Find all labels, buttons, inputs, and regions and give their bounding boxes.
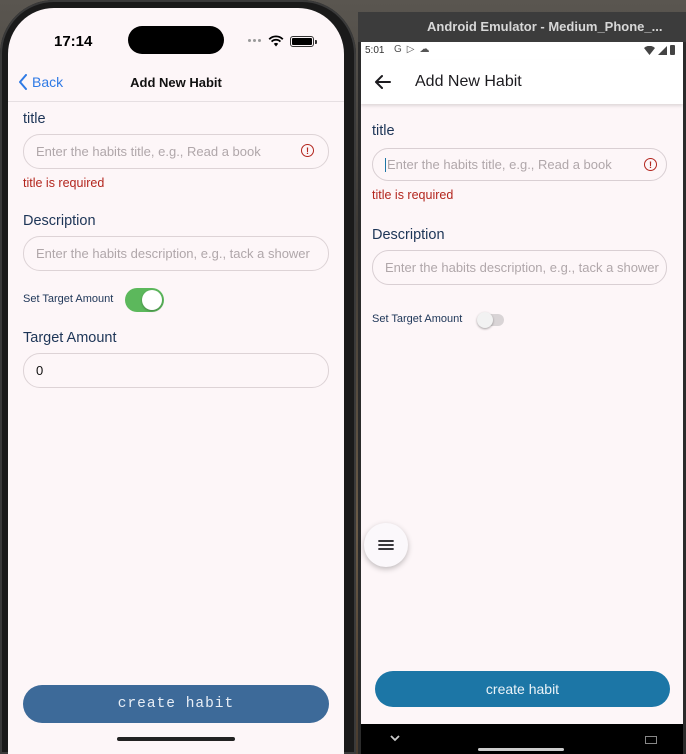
error-icon: ! — [644, 158, 657, 171]
battery-icon — [290, 35, 317, 47]
system-status-icons — [644, 45, 675, 55]
set-target-label: Set Target Amount — [23, 293, 114, 305]
chevron-down-icon[interactable] — [389, 734, 401, 742]
android-status-time: 5:01 — [365, 45, 385, 56]
notification-icons: G ▷ ☁ — [394, 44, 429, 55]
target-amount-label: Target Amount — [23, 330, 117, 346]
text-cursor — [385, 157, 386, 172]
android-app-bar: Add New Habit — [361, 60, 683, 104]
ios-status-bar: 17:14 — [8, 8, 344, 62]
wifi-icon — [268, 35, 284, 47]
play-store-icon: ▷ — [406, 44, 415, 55]
emulator-title-bar: Android Emulator - Medium_Phone_... — [358, 12, 686, 42]
page-title: Add New Habit — [415, 73, 522, 90]
create-habit-button[interactable]: create habit — [23, 685, 329, 723]
android-navigation-bar — [361, 724, 683, 754]
set-target-switch[interactable] — [125, 288, 164, 312]
android-status-bar: 5:01 G ▷ ☁ — [361, 42, 683, 60]
ios-status-indicators — [248, 35, 317, 47]
keyboard-icon[interactable] — [645, 736, 657, 744]
android-emulator-window: Android Emulator - Medium_Phone_... 5:01… — [358, 12, 686, 754]
create-habit-button[interactable]: create habit — [375, 671, 670, 707]
wifi-icon — [644, 45, 655, 55]
google-icon: G — [394, 44, 402, 55]
title-input[interactable]: Enter the habits title, e.g., Read a boo… — [23, 134, 329, 169]
gesture-pill[interactable] — [478, 748, 564, 751]
description-input[interactable]: Enter the habits description, e.g., tack… — [23, 236, 329, 271]
hamburger-menu-icon — [378, 540, 394, 550]
title-label: title — [23, 111, 46, 127]
cloud-icon: ☁ — [419, 44, 430, 55]
home-indicator — [117, 737, 235, 741]
title-placeholder: Enter the habits title, e.g., Read a boo… — [387, 157, 612, 172]
ios-status-time: 17:14 — [54, 33, 93, 50]
arrow-back-icon[interactable] — [373, 72, 393, 92]
page-title: Add New Habit — [130, 75, 222, 90]
dynamic-island — [128, 26, 224, 54]
error-icon: ! — [301, 144, 314, 157]
description-label: Description — [372, 227, 445, 243]
menu-fab[interactable] — [364, 523, 408, 567]
description-label: Description — [23, 213, 96, 229]
target-amount-input[interactable]: 0 — [23, 353, 329, 388]
title-label: title — [372, 123, 395, 139]
signal-icon — [658, 45, 667, 55]
ios-navigation-bar: Back Add New Habit — [8, 66, 344, 102]
iphone-screen: 17:14 Back Add New Habit title Enter the… — [8, 8, 344, 754]
android-screen: 5:01 G ▷ ☁ Add New Habit title Enter the… — [361, 42, 683, 724]
set-target-label: Set Target Amount — [372, 313, 463, 325]
title-error: title is required — [372, 188, 454, 202]
description-input[interactable]: Enter the habits description, e.g., tack… — [372, 250, 667, 285]
iphone-simulator: 17:14 Back Add New Habit title Enter the… — [0, 0, 356, 754]
title-input[interactable]: Enter the habits title, e.g., Read a boo… — [372, 148, 667, 181]
set-target-switch[interactable] — [477, 312, 504, 328]
battery-icon — [670, 45, 675, 55]
title-error: title is required — [23, 176, 105, 190]
cellular-dots-icon — [248, 39, 262, 43]
